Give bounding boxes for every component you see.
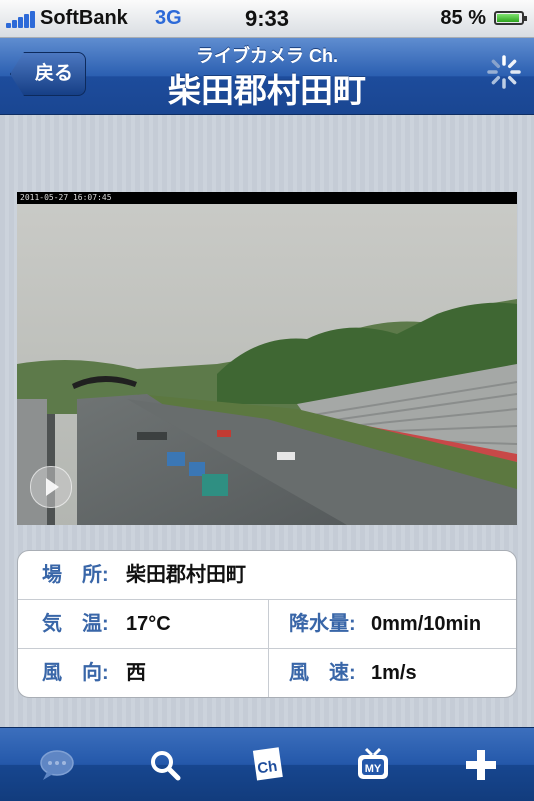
temperature-precip-row: 気 温: 17°C 降水量: 0mm/10min (18, 600, 516, 649)
svg-text:MY: MY (365, 763, 382, 775)
precipitation-cell: 降水量: 0mm/10min (268, 600, 516, 649)
svg-text:Ch: Ch (256, 757, 278, 777)
wind-direction-value: 西 (126, 662, 146, 684)
camera-timestamp: 2011-05-27 16:07:45 (20, 193, 112, 202)
precipitation-value: 0mm/10min (371, 613, 482, 635)
temperature-value: 17°C (126, 613, 171, 635)
temperature-cell: 気 温: 17°C (18, 600, 268, 649)
location-label: 場 所: (42, 564, 109, 586)
location-value: 柴田郡村田町 (126, 564, 246, 586)
tab-chat[interactable] (4, 728, 110, 801)
wind-speed-cell: 風 速: 1m/s (268, 649, 516, 697)
battery-percent: 85 % (440, 7, 486, 29)
channel-icon: Ch (252, 746, 283, 781)
plus-icon (466, 749, 496, 780)
wind-speed-value: 1m/s (371, 662, 417, 684)
wind-direction-label: 風 向: (42, 662, 109, 684)
weather-info-table: 場 所: 柴田郡村田町 気 温: 17°C 降水量: 0mm/10min 風 向… (17, 550, 517, 698)
status-bar: SoftBank 3G 9:33 85 % (0, 0, 534, 38)
tab-add[interactable] (428, 728, 534, 801)
spinner-icon (487, 55, 521, 89)
play-button[interactable] (30, 466, 72, 508)
navigation-bar: 戻る ライブカメラ Ch. 柴田郡村田町 (0, 38, 534, 115)
my-tv-icon: MY (358, 747, 388, 779)
temperature-label: 気 温: (42, 613, 109, 635)
tab-bar: Ch MY (0, 727, 534, 801)
tab-my-tv[interactable]: MY (320, 728, 426, 801)
precipitation-label: 降水量: (289, 613, 356, 635)
location-row: 場 所: 柴田郡村田町 (18, 551, 516, 600)
camera-scene (17, 204, 517, 525)
wind-direction-cell: 風 向: 西 (18, 649, 268, 697)
tab-channel[interactable]: Ch (214, 728, 320, 801)
wind-speed-label: 風 速: (289, 662, 356, 684)
battery-level-fill (497, 14, 520, 22)
tab-search[interactable] (112, 728, 218, 801)
battery-icon (494, 11, 527, 25)
wind-row: 風 向: 西 風 速: 1m/s (18, 649, 516, 697)
live-camera-image[interactable]: 2011-05-27 16:07:45 (17, 192, 517, 525)
search-icon (151, 750, 181, 780)
chat-bubble-icon (40, 749, 74, 780)
page-title: 柴田郡村田町 (168, 72, 366, 109)
